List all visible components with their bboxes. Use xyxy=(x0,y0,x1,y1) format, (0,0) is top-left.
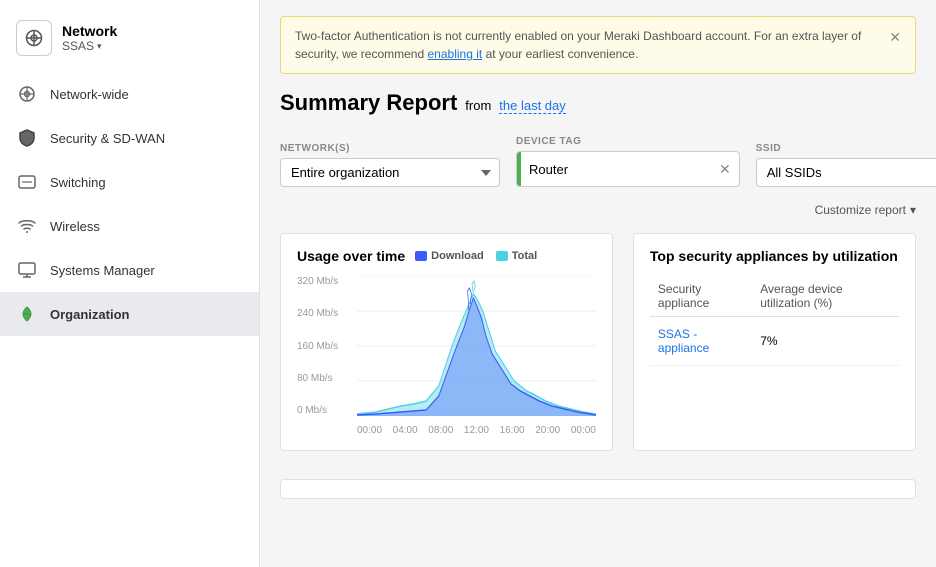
x-label-0000-2: 00:00 xyxy=(571,425,596,436)
sidebar-item-systems-manager[interactable]: Systems Manager xyxy=(0,248,259,292)
banner-close-icon[interactable]: ✕ xyxy=(889,27,901,48)
device-tag-input[interactable] xyxy=(521,156,711,183)
ssid-label: SSID xyxy=(756,143,936,154)
from-label: from xyxy=(465,98,491,113)
security-table: Security appliance Average device utiliz… xyxy=(650,276,899,366)
network-icon xyxy=(16,20,52,56)
filters-row: NETWORK(S) Entire organization DEVICE TA… xyxy=(280,136,916,187)
x-label-1200: 12:00 xyxy=(464,425,489,436)
main-content: Two-factor Authentication is not current… xyxy=(260,0,936,567)
ssid-filter: SSID xyxy=(756,143,936,187)
y-label-0: 0 Mb/s xyxy=(297,405,338,416)
customize-report-label: Customize report xyxy=(815,203,906,217)
chart-xaxis: 00:00 04:00 08:00 12:00 16:00 20:00 00:0… xyxy=(357,425,596,436)
networks-label: NETWORK(S) xyxy=(280,143,500,154)
switching-icon xyxy=(16,171,38,193)
device-tag-input-wrap: ✕ xyxy=(516,151,740,187)
table-row: SSAS - appliance 7% xyxy=(650,317,899,366)
customize-row: Customize report ▾ xyxy=(280,203,916,217)
x-label-1600: 16:00 xyxy=(500,425,525,436)
sidebar-item-network-wide-label: Network-wide xyxy=(50,87,129,102)
scroll-hint xyxy=(280,479,916,499)
legend-total: Total xyxy=(496,250,537,262)
col-utilization: Average device utilization (%) xyxy=(752,276,899,317)
sidebar-item-network-wide[interactable]: Network-wide xyxy=(0,72,259,116)
ssid-input[interactable] xyxy=(756,158,936,187)
x-label-0400: 04:00 xyxy=(393,425,418,436)
y-label-320: 320 Mb/s xyxy=(297,276,338,287)
appliance-name-cell: SSAS - appliance xyxy=(650,317,752,366)
sidebar-item-security[interactable]: Security & SD-WAN xyxy=(0,116,259,160)
networks-filter: NETWORK(S) Entire organization xyxy=(280,143,500,187)
security-card-title: Top security appliances by utilization xyxy=(650,248,899,264)
legend-total-label: Total xyxy=(512,250,537,262)
y-label-240: 240 Mb/s xyxy=(297,308,338,319)
network-wide-icon xyxy=(16,83,38,105)
charts-row: Usage over time Download Total xyxy=(280,233,916,451)
wireless-icon xyxy=(16,215,38,237)
x-label-2000: 20:00 xyxy=(535,425,560,436)
sidebar-item-security-label: Security & SD-WAN xyxy=(50,131,165,146)
usage-chart-card: Usage over time Download Total xyxy=(280,233,613,451)
page-title: Summary Report xyxy=(280,90,457,116)
sidebar-item-switching-label: Switching xyxy=(50,175,106,190)
page-title-row: Summary Report from the last day xyxy=(280,90,916,116)
appliance-link[interactable]: SSAS - appliance xyxy=(658,327,709,355)
device-tag-clear-icon[interactable]: ✕ xyxy=(711,161,739,178)
sidebar-item-wireless-label: Wireless xyxy=(50,219,100,234)
sidebar-item-organization-label: Organization xyxy=(50,307,129,322)
chevron-down-icon: ▾ xyxy=(97,41,102,52)
y-label-160: 160 Mb/s xyxy=(297,341,338,352)
sidebar: Network SSAS ▾ Network-wide xyxy=(0,0,260,567)
y-label-80: 80 Mb/s xyxy=(297,373,338,384)
chart-yaxis: 320 Mb/s 240 Mb/s 160 Mb/s 80 Mb/s 0 Mb/… xyxy=(297,276,338,416)
usage-chart-area: 320 Mb/s 240 Mb/s 160 Mb/s 80 Mb/s 0 Mb/… xyxy=(297,276,596,436)
sidebar-nav: Network-wide Security & SD-WAN Switching xyxy=(0,72,259,336)
chart-legend: Download Total xyxy=(415,250,537,262)
col-security-appliance: Security appliance xyxy=(650,276,752,317)
sidebar-item-wireless[interactable]: Wireless xyxy=(0,204,259,248)
sidebar-item-switching[interactable]: Switching xyxy=(0,160,259,204)
utilization-cell: 7% xyxy=(752,317,899,366)
legend-download: Download xyxy=(415,250,484,262)
systems-manager-icon xyxy=(16,259,38,281)
customize-report-button[interactable]: Customize report ▾ xyxy=(815,203,916,217)
organization-icon xyxy=(16,303,38,325)
shield-icon xyxy=(16,127,38,149)
date-range-link[interactable]: the last day xyxy=(499,98,566,114)
security-card: Top security appliances by utilization S… xyxy=(633,233,916,451)
chart-svg-wrap xyxy=(357,276,596,416)
usage-chart-title: Usage over time Download Total xyxy=(297,248,596,264)
network-title: Network xyxy=(62,23,117,39)
device-tag-label: DEVICE TAG xyxy=(516,136,740,147)
download-color xyxy=(415,251,427,261)
sidebar-item-organization[interactable]: Organization xyxy=(0,292,259,336)
banner-text-end: at your earliest convenience. xyxy=(486,47,639,61)
device-tag-filter: DEVICE TAG ✕ xyxy=(516,136,740,187)
2fa-banner: Two-factor Authentication is not current… xyxy=(280,16,916,74)
x-label-0000-1: 00:00 xyxy=(357,425,382,436)
legend-download-label: Download xyxy=(431,250,484,262)
customize-chevron-icon: ▾ xyxy=(910,203,916,217)
sidebar-header: Network SSAS ▾ xyxy=(0,8,259,72)
total-color xyxy=(496,251,508,261)
networks-select[interactable]: Entire organization xyxy=(280,158,500,187)
sidebar-item-systems-manager-label: Systems Manager xyxy=(50,263,155,278)
network-subtitle[interactable]: SSAS ▾ xyxy=(62,39,117,53)
banner-link[interactable]: enabling it xyxy=(428,47,483,61)
x-label-0800: 08:00 xyxy=(428,425,453,436)
